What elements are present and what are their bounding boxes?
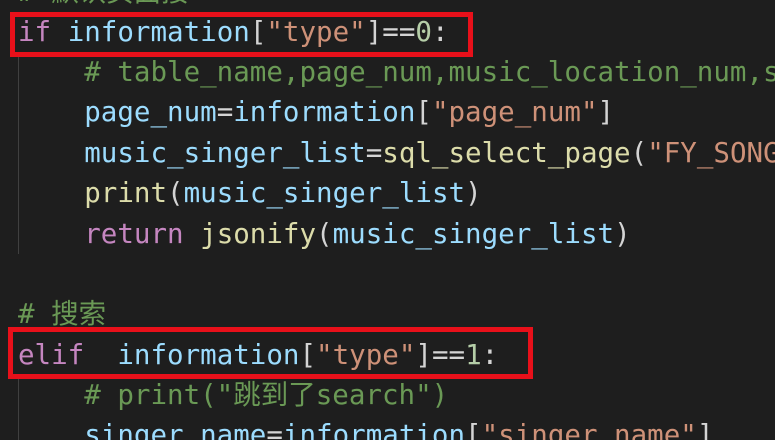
code-line[interactable]: singer_name=information["singer_name"] (18, 415, 713, 440)
code-token: page_num (84, 96, 217, 128)
code-token: ] (696, 419, 714, 440)
code-token: music_singer_list (84, 137, 366, 169)
code-token: ( (167, 177, 184, 209)
code-line[interactable]: # print("跳到了search") (18, 375, 448, 415)
code-token: information (282, 419, 466, 440)
code-token: # 默认页面接 (18, 0, 189, 8)
code-token: ( (316, 218, 333, 250)
code-token: "page_num" (431, 96, 598, 128)
code-token: [ (465, 419, 482, 440)
code-line[interactable]: # 默认页面接 (18, 0, 189, 12)
code-line[interactable]: print(music_singer_list) (18, 173, 482, 213)
code-token: music_singer_list (183, 177, 466, 209)
code-token: print (84, 177, 168, 209)
code-editor[interactable]: # 默认页面接if information["type"]==0: # tabl… (0, 0, 775, 440)
code-token: = (216, 96, 234, 128)
highlight-box-if-type-0 (10, 12, 473, 57)
code-line[interactable]: # table_name,page_num,music_location_num… (18, 52, 775, 92)
code-token: # 搜索 (18, 298, 107, 330)
code-token: ] (597, 96, 615, 128)
code-token: [ (415, 96, 432, 128)
code-token: ) (614, 218, 631, 250)
code-token: # table_name,page_num,music_location_num… (18, 56, 775, 88)
code-token: = (365, 137, 383, 169)
code-token: = (266, 419, 283, 440)
code-token: jsonify (200, 218, 317, 250)
code-token: ( (630, 137, 648, 169)
code-token: "FY_SONG (647, 137, 775, 169)
code-token: music_singer_list (332, 218, 615, 250)
code-token: "singer_name" (481, 419, 697, 440)
code-line[interactable]: page_num=information["page_num"] (18, 92, 614, 132)
code-line[interactable]: music_singer_list=sql_select_page("FY_SO… (18, 133, 775, 173)
code-token: # print("跳到了search") (18, 379, 449, 411)
code-token: return (84, 218, 184, 250)
code-token: sql_select_page (382, 137, 631, 169)
code-token: ) (465, 177, 482, 209)
code-token: information (233, 96, 416, 128)
highlight-box-elif-type-1 (8, 327, 533, 379)
code-line[interactable]: return jsonify(music_singer_list) (18, 214, 631, 254)
code-token: singer_name (84, 419, 267, 440)
